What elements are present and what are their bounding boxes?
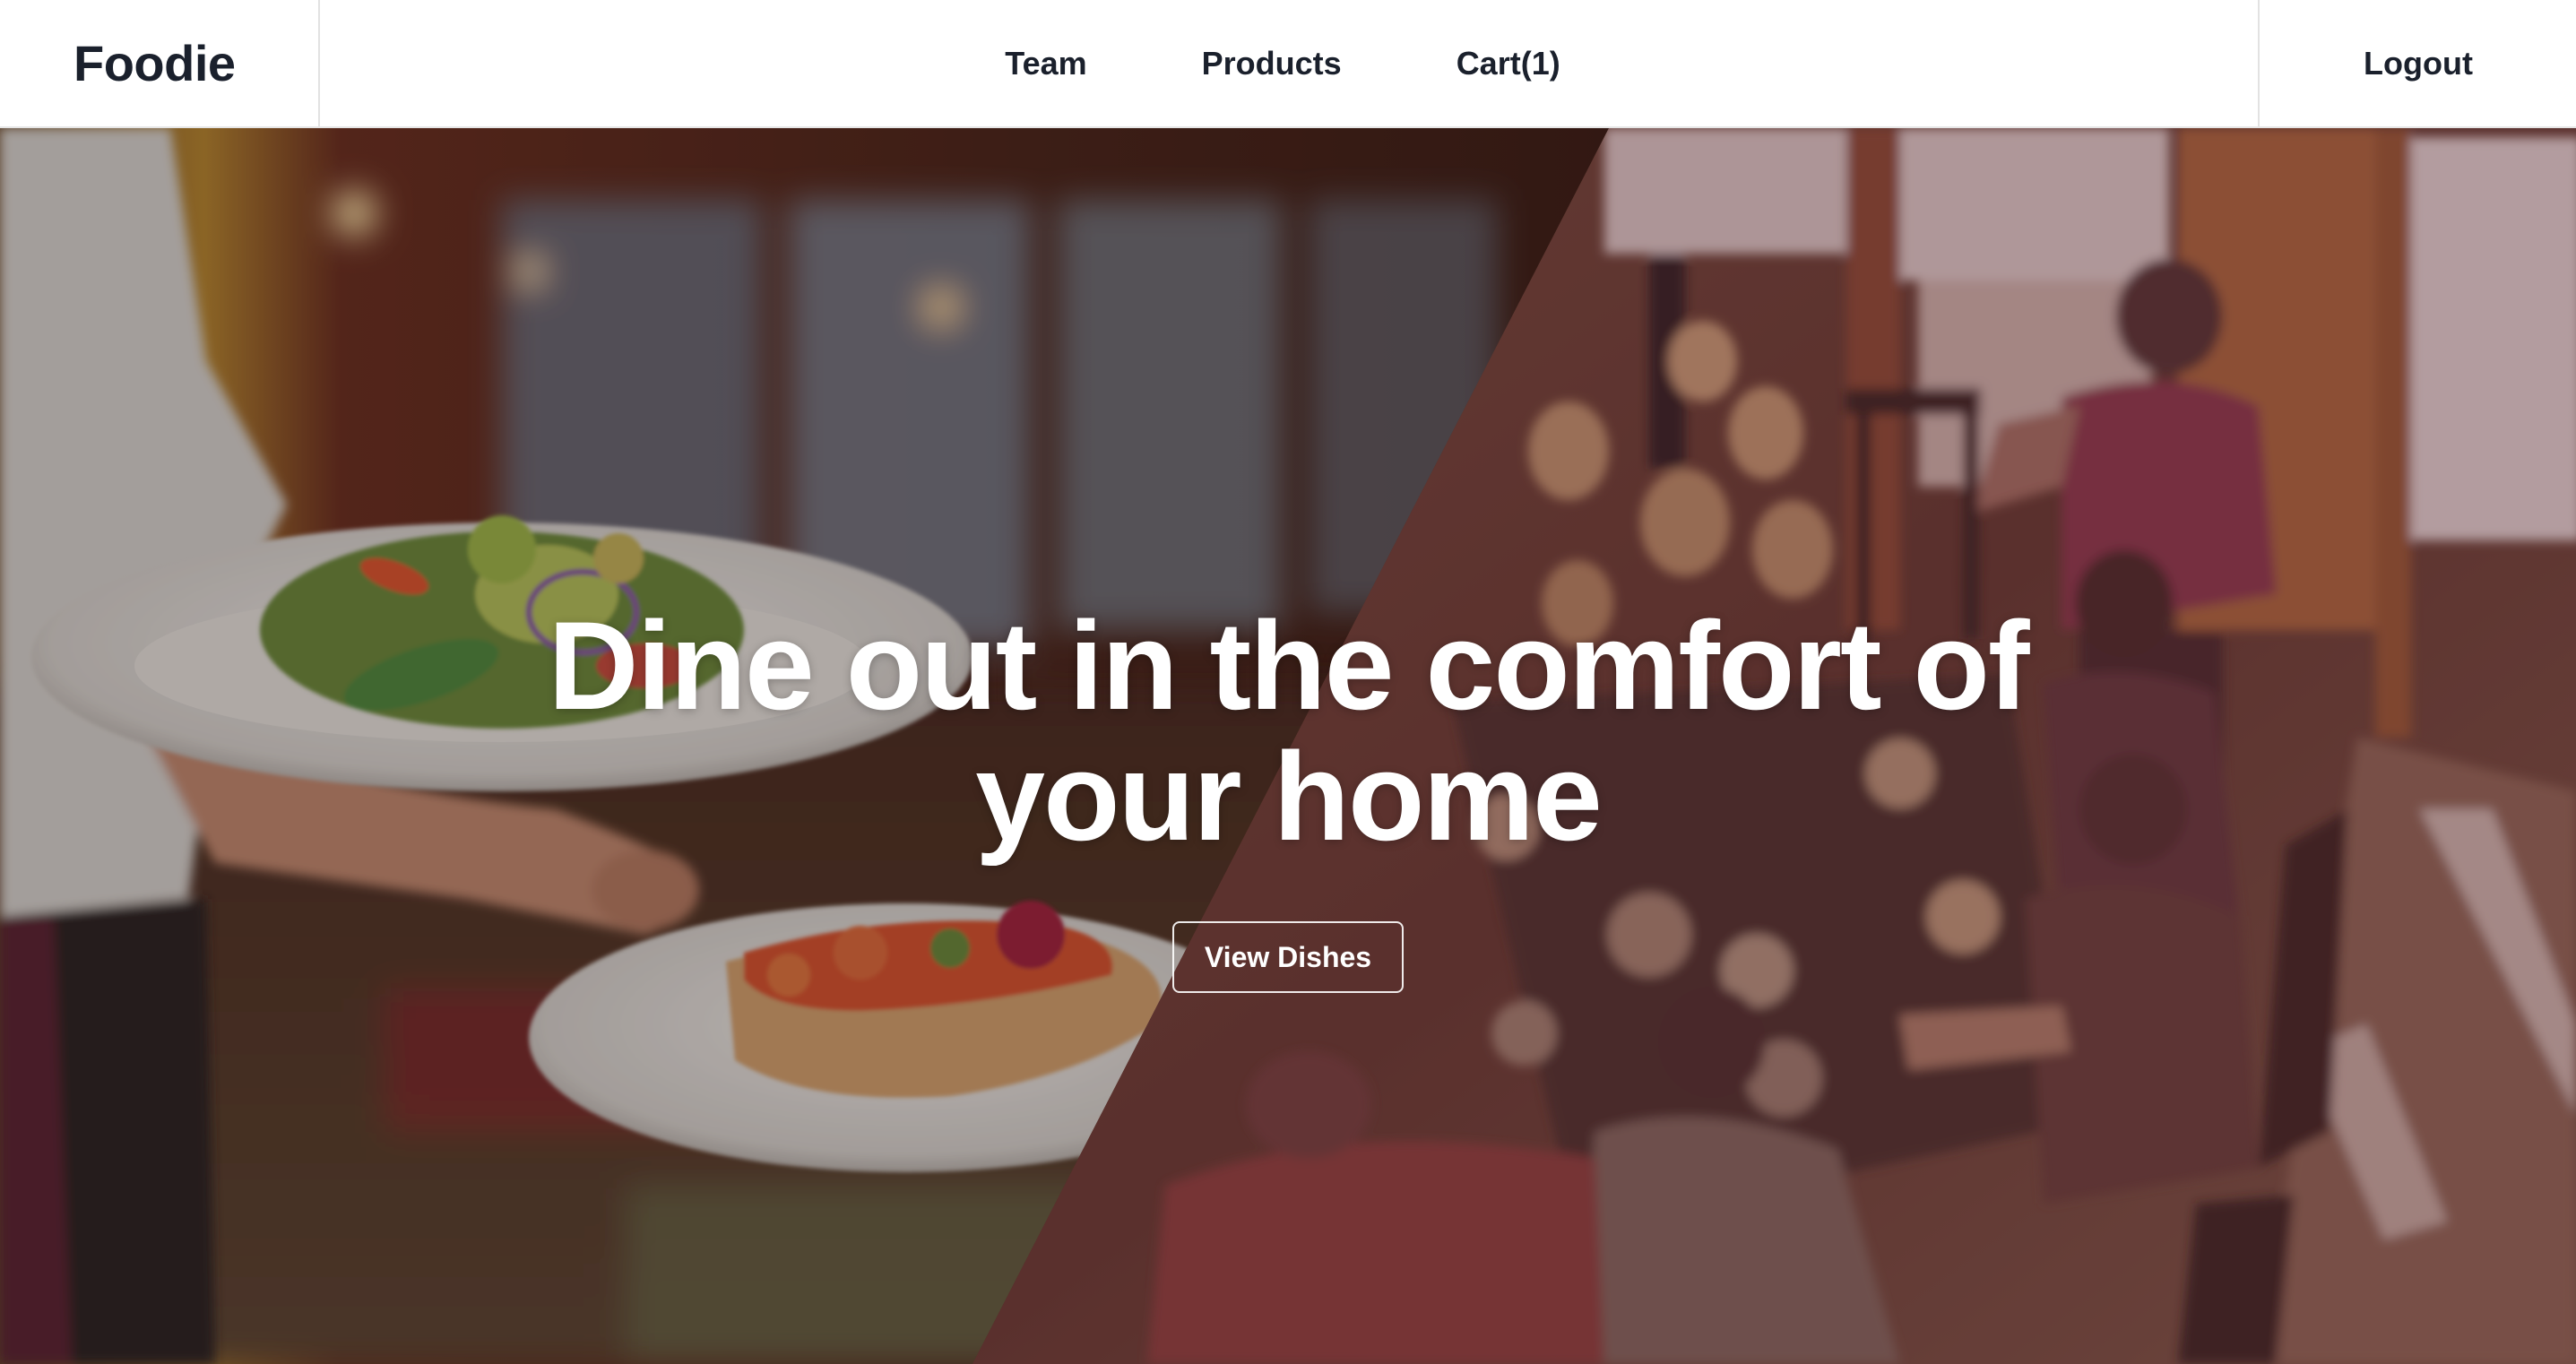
brand-cell: Foodie [0, 0, 320, 126]
view-dishes-button[interactable]: View Dishes [1171, 921, 1405, 993]
hero-section: Dine out in the comfort of your home Vie… [0, 128, 2576, 1364]
nav-link-products[interactable]: Products [1202, 45, 1342, 82]
nav-link-cart[interactable]: Cart(1) [1457, 45, 1560, 82]
nav-link-team[interactable]: Team [1005, 45, 1086, 82]
logout-link[interactable]: Logout [2364, 45, 2473, 82]
hero-headline: Dine out in the comfort of your home [548, 595, 2029, 867]
hero-content: Dine out in the comfort of your home Vie… [0, 128, 2576, 1364]
main-nav: Team Products Cart(1) [320, 0, 2258, 126]
top-navbar: Foodie Team Products Cart(1) Logout [0, 0, 2576, 128]
logout-cell: Logout [2258, 0, 2576, 126]
brand-logo-link[interactable]: Foodie [73, 34, 236, 92]
